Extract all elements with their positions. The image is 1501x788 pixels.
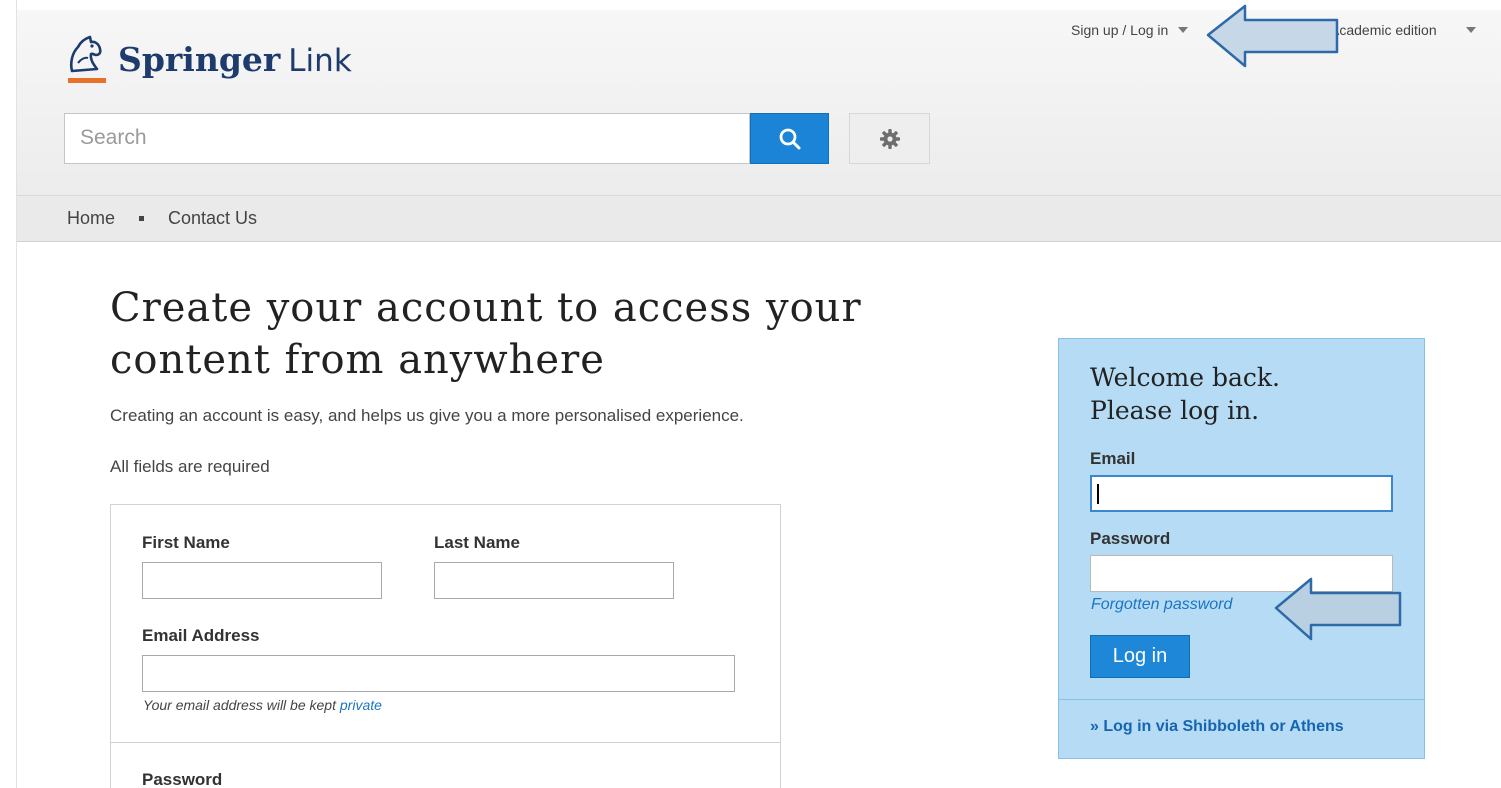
login-title-line1: Welcome back. [1090, 363, 1280, 392]
last-name-field[interactable] [434, 562, 674, 599]
sign-up-log-in-label: Sign up / Log in [1071, 22, 1169, 38]
logo-product-text: Link [288, 43, 352, 79]
login-email-label: Email [1090, 449, 1136, 468]
nav-contact-us-link[interactable]: Contact Us [168, 208, 257, 229]
chevron-down-icon [1178, 27, 1189, 33]
form-divider [111, 742, 780, 743]
last-name-label: Last Name [434, 533, 520, 552]
shibboleth-athens-link[interactable]: » Log in via Shibboleth or Athens [1090, 718, 1344, 736]
search-icon [779, 128, 800, 149]
log-in-button[interactable]: Log in [1090, 635, 1190, 678]
login-panel-divider [1059, 699, 1424, 700]
email-privacy-hint-text: Your email address will be kept [143, 697, 336, 713]
login-title: Welcome back. Please log in. [1090, 361, 1280, 427]
intro-text: Creating an account is easy, and helps u… [110, 406, 744, 425]
springer-link-logo[interactable]: Springer Link [64, 33, 352, 89]
logo-wordmark: Springer Link [118, 39, 352, 81]
email-privacy-hint: Your email address will be kept private [143, 697, 382, 713]
login-password-label: Password [1090, 529, 1171, 548]
breadcrumb-nav: Home Contact Us [17, 196, 1501, 242]
edition-menu-label: Academic edition [1330, 22, 1437, 38]
login-panel: Welcome back. Please log in. Email Passw… [1058, 338, 1425, 759]
chevron-down-icon [1466, 27, 1476, 33]
email-address-label: Email Address [142, 626, 260, 645]
forgotten-password-link[interactable]: Forgotten password [1091, 596, 1232, 614]
logo-brand-text: Springer [118, 40, 281, 79]
annotation-arrow-forgot [1274, 577, 1402, 641]
first-name-label: First Name [142, 533, 230, 552]
horse-logo-icon [64, 33, 108, 89]
search-settings-button[interactable] [849, 113, 930, 164]
password-label: Password [142, 770, 223, 788]
text-cursor [1097, 484, 1099, 504]
required-note: All fields are required [110, 457, 270, 476]
sign-up-log-in-menu[interactable]: Sign up / Log in [1071, 22, 1189, 38]
gear-icon [879, 128, 900, 149]
login-email-field[interactable] [1090, 475, 1393, 512]
privacy-link[interactable]: private [340, 697, 382, 713]
nav-home-link[interactable]: Home [67, 208, 115, 229]
nav-separator [139, 216, 145, 221]
edition-menu[interactable]: Academic edition [1330, 22, 1476, 38]
email-address-field[interactable] [142, 655, 735, 692]
search-input[interactable]: Search [64, 113, 750, 164]
search-button[interactable] [750, 113, 829, 164]
login-title-line2: Please log in. [1090, 396, 1260, 425]
annotation-arrow-top [1206, 4, 1339, 68]
page-left-edge [0, 0, 17, 788]
registration-form: First Name Last Name Email Address Your … [110, 504, 781, 788]
page-title: Create your account to access your conte… [110, 285, 862, 383]
first-name-field[interactable] [142, 562, 382, 599]
